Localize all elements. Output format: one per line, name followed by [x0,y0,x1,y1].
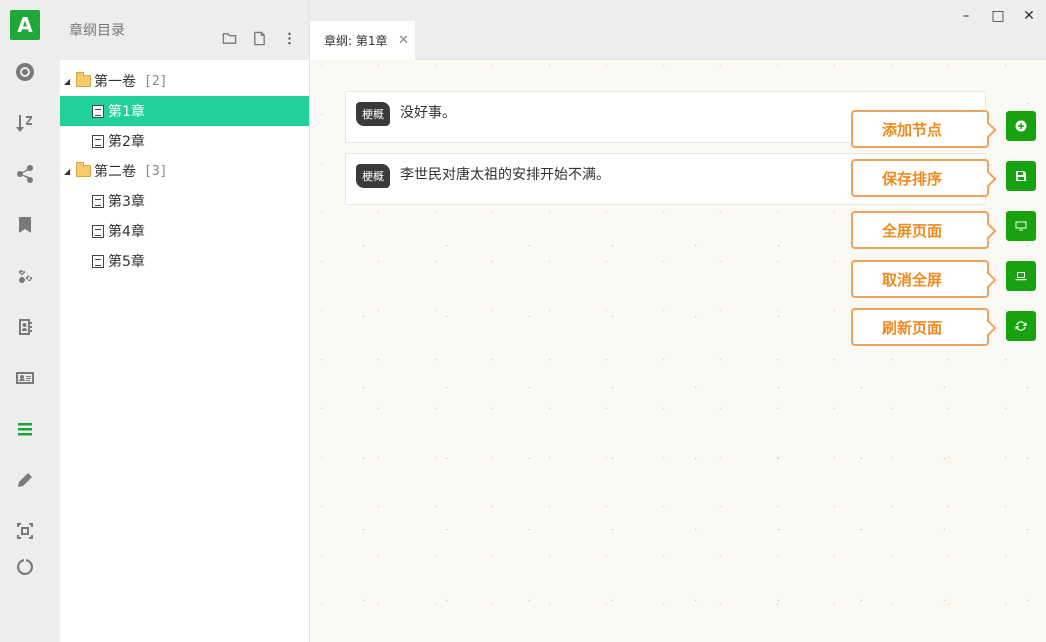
document-icon [92,254,104,268]
add-node-button[interactable] [1006,111,1036,141]
tab-bar: 章纲: 第1章 ✕ – □ ✕ [310,0,1046,60]
folder-icon[interactable] [221,30,237,46]
card-text: 李世民对唐太祖的安排开始不满。 [400,167,610,183]
outline-header: 章纲目录 [60,0,309,60]
chapter-label: 第1章 [108,104,145,120]
volume-label: 第一卷 [94,74,136,90]
refresh-icon [1015,321,1027,331]
app-logo: A [10,10,40,40]
monitor-icon [1015,221,1027,231]
plus-circle-icon [1015,120,1027,132]
volume-label: 第二卷 [94,164,136,180]
file-icon[interactable] [251,30,267,46]
frame-icon[interactable] [10,516,40,546]
outline-tree: ◢ 第一卷 [2] 第1章 第2章 ◢ 第二卷 [3] 第3章 第4章 第5章 [60,60,309,276]
bookmark-icon[interactable] [10,210,40,240]
folder-icon [76,72,91,87]
sort-alpha-icon[interactable] [10,108,40,138]
add-node-callout: 添加节点 [851,110,989,148]
folder-icon [76,162,91,177]
volume-item[interactable]: ◢ 第二卷 [3] [60,156,309,186]
volume-item[interactable]: ◢ 第一卷 [2] [60,66,309,96]
outline-panel: 章纲目录 ◢ 第一卷 [2] 第1章 第2章 ◢ 第二卷 [3] 第3章 第4章… [60,0,310,642]
card-text: 没好事。 [400,105,456,121]
pencil-icon[interactable] [10,465,40,495]
chapter-item[interactable]: 第2章 [60,126,309,156]
chapter-item[interactable]: 第5章 [60,246,309,276]
document-icon [92,224,104,238]
save-icon [1016,171,1026,181]
chapter-label: 第4章 [108,224,145,240]
laptop-icon [1015,272,1027,281]
chapter-item[interactable]: 第4章 [60,216,309,246]
chapter-label: 第3章 [108,194,145,210]
id-card-icon[interactable] [10,363,40,393]
tab-outline-chapter1[interactable]: 章纲: 第1章 ✕ [310,21,415,60]
exit-fullscreen-callout: 取消全屏 [851,260,989,298]
document-icon [92,104,104,118]
tab-close-icon[interactable]: ✕ [398,33,409,48]
save-order-callout: 保存排序 [851,159,989,197]
close-button[interactable]: ✕ [1021,8,1037,24]
share-icon[interactable] [10,159,40,189]
fullscreen-callout: 全屏页面 [851,211,989,249]
chapter-item[interactable]: 第1章 [60,96,309,126]
outline-title: 章纲目录 [69,23,125,39]
refresh-callout: 刷新页面 [851,308,989,346]
fullscreen-button[interactable] [1006,211,1036,241]
list-icon[interactable] [10,414,40,444]
refresh-button[interactable] [1006,311,1036,341]
expand-triangle-icon[interactable]: ◢ [64,77,74,86]
chapter-label: 第2章 [108,134,145,150]
document-icon [92,134,104,148]
save-order-button[interactable] [1006,161,1036,191]
expand-triangle-icon[interactable]: ◢ [64,167,74,176]
exit-fullscreen-button[interactable] [1006,261,1036,291]
volume-count: [2] [144,73,168,89]
chapter-item[interactable]: 第3章 [60,186,309,216]
power-icon[interactable] [10,552,40,582]
summary-tag: 梗概 [356,164,390,188]
maximize-button[interactable]: □ [990,8,1006,24]
gears-icon[interactable] [10,261,40,291]
tab-label: 章纲: 第1章 [324,34,388,48]
more-icon[interactable] [281,30,297,46]
contacts-icon[interactable] [10,312,40,342]
minimize-button[interactable]: – [958,8,974,24]
icon-rail: A [0,0,60,642]
chapter-label: 第5章 [108,254,145,270]
summary-tag: 梗概 [356,102,390,126]
lifebuoy-icon[interactable] [10,57,40,87]
document-icon [92,194,104,208]
volume-count: [3] [144,163,168,179]
